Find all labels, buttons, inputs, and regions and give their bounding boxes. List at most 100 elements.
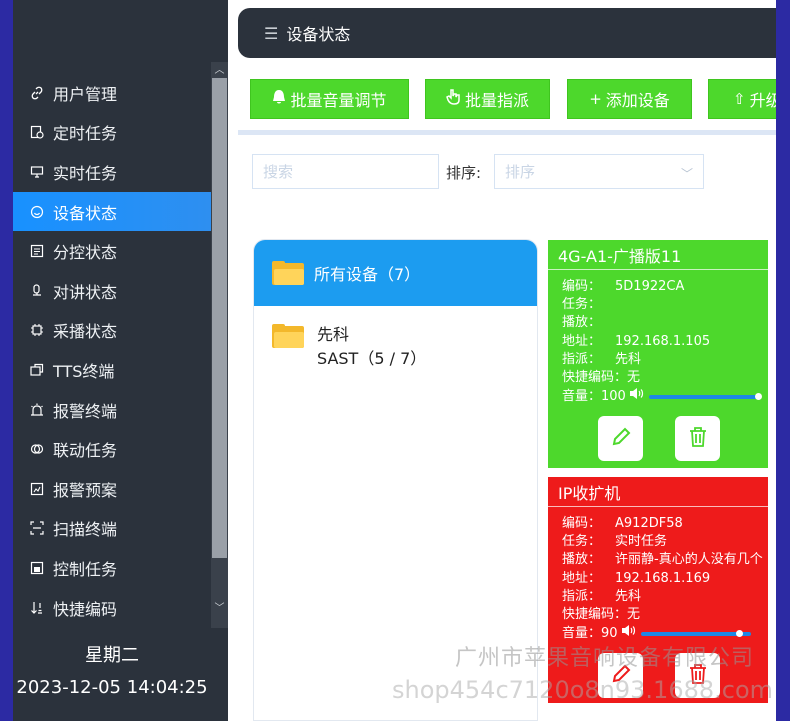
sidebar-item-6[interactable]: 采播状态 [13,311,211,351]
device-field-key: 任务： [562,297,602,313]
sidebar-item-3[interactable]: 设备状态 [13,191,211,232]
device-field-row: 播放： 许丽静-真心的人没有几个 [562,551,768,569]
microphone-icon [29,283,45,299]
speaker-icon [629,387,645,406]
right-frame-border [776,0,790,721]
sidebar-item-label: 采播状态 [53,322,118,342]
page-title: 设备状态 [286,25,351,44]
alarm-icon [29,402,45,418]
device-field-value: 无 [627,607,641,623]
sidebar-item-10[interactable]: 报警预案 [13,469,211,509]
sidebar-item-7[interactable]: TTS终端 [13,350,211,390]
tree-node-xianke[interactable]: 先科 SAST（5 / 7） [272,324,426,371]
device-field-value: A912DF58 [615,516,683,531]
chart-doc-icon [29,481,45,497]
sidebar-item-8[interactable]: 报警终端 [13,390,211,430]
device-field-row: 任务： [562,296,768,314]
volume-slider[interactable] [640,629,751,637]
device-name: 4G-A1-广播版11 [548,240,768,270]
batch-assign-button[interactable]: 批量指派 [425,79,550,119]
sort-placeholder: 排序 [505,163,536,181]
delete-device-button[interactable] [675,416,720,462]
sidebar-menu: 用户管理定时任务实时任务设备状态分控状态对讲状态采播状态 TTS终端报警终端联动任… [13,73,211,627]
batch-volume-button[interactable]: 批量音量调节 [250,79,409,119]
sidebar-item-label: 联动任务 [53,441,118,461]
upgrade-label: 升级 [749,91,776,110]
sidebar-logo-area [13,0,228,62]
sidebar-item-11[interactable]: 扫描终端 [13,509,211,549]
device-field-value: 许丽静-真心的人没有几个 [615,552,763,568]
device-card: 4G-A1-广播版11 编码： 5D1922CA 任务： 播放： 地址： 192.168.1… [548,240,768,468]
sidebar: 用户管理定时任务实时任务设备状态分控状态对讲状态采播状态 TTS终端报警终端联动任… [13,0,228,721]
sidebar-item-1[interactable]: 定时任务 [13,113,211,153]
sidebar-scrollbar[interactable]: ︿ ﹀ [211,62,228,628]
upload-icon: ⇧ [733,90,746,108]
device-field-row: 播放： [562,314,768,332]
hand-icon [446,89,461,109]
device-field-key: 地址： [562,333,602,349]
sidebar-item-label: 定时任务 [53,124,118,144]
sidebar-item-0[interactable]: 用户管理 [13,73,211,113]
sidebar-item-label: 快捷编码 [53,599,118,619]
device-field-row: 指派： 先科 [562,588,768,606]
sort-select[interactable]: 排序 ﹀ [494,154,704,189]
device-field-key: 播放： [562,552,602,568]
sidebar-item-label: 设备状态 [53,203,118,223]
device-field-key: 编码： [562,516,602,531]
device-field-value: 先科 [615,351,642,367]
volume-slider-knob[interactable] [754,392,762,400]
device-field-key: 指派： [562,351,602,367]
pencil-icon [610,426,632,452]
sidebar-item-4[interactable]: 分控状态 [13,231,211,271]
folder-icon [272,261,304,285]
tree-root-all-devices[interactable]: 所有设备（7） [254,240,537,306]
device-field-value: 无 [627,370,641,386]
device-field-row: 编码： A912DF58 [562,515,768,533]
main-content: ☰ 设备状态 批量音量调节 批量指派 + 添加设备 ⇧ 升级 排序: 排序 ﹀ [228,0,776,721]
link-circle-icon [29,441,45,457]
edit-device-button[interactable] [598,416,643,462]
scroll-thumb[interactable] [212,78,227,558]
sidebar-item-label: 报警终端 [53,401,118,421]
sidebar-item-9[interactable]: 联动任务 [13,429,211,469]
sidebar-item-2[interactable]: 实时任务 [13,152,211,192]
tree-root-label: 所有设备（7） [314,265,421,284]
device-field-row: 地址： 192.168.1.105 [562,333,768,351]
menu-fold-icon[interactable]: ☰ [264,24,278,43]
sidebar-item-12[interactable]: 控制任务 [13,548,211,588]
sidebar-item-5[interactable]: 对讲状态 [13,271,211,311]
weekday-label: 星期二 [85,645,139,666]
plus-icon: + [589,90,602,108]
scan-icon [29,520,45,536]
sidebar-item-label: 报警预案 [53,480,118,500]
upgrade-button[interactable]: ⇧ 升级 [708,79,776,119]
volume-value: 100 [601,388,626,404]
device-field-row: 快捷编码：无 [562,369,768,387]
sidebar-item-label: 分控状态 [53,243,118,263]
sidebar-item-13[interactable]: 快捷编码 [13,588,211,628]
volume-slider[interactable] [648,392,762,400]
tree-node-name: 先科 [317,325,350,344]
toolbar-divider [238,130,776,135]
batch-assign-label: 批量指派 [464,91,529,110]
add-device-button[interactable]: + 添加设备 [567,79,692,119]
volume-slider-knob[interactable] [735,629,743,637]
volume-row: 音量： 100 [562,387,768,406]
chevron-down-icon: ﹀ [680,167,693,181]
sidebar-item-label: 对讲状态 [53,282,118,302]
sidebar-item-label: 实时任务 [53,163,118,183]
device-field-row: 指派： 先科 [562,351,768,369]
device-field-key: 指派： [562,588,602,604]
list-doc-icon [29,243,45,259]
search-input[interactable] [252,154,439,189]
watermark-shop-url: shop454c7120o8n93.1688.com [392,676,774,704]
scroll-up-icon[interactable]: ︿ [211,64,228,78]
device-field-key: 快捷编码： [562,607,628,623]
action-toolbar: 批量音量调节 批量指派 + 添加设备 ⇧ 升级 [250,79,776,119]
scroll-down-icon[interactable]: ﹀ [211,602,228,616]
watermark-company: 广州市苹果音响设备有限公司 [455,646,755,671]
device-field-row: 地址： 192.168.1.169 [562,570,768,588]
sidebar-item-label: 扫描终端 [53,520,118,540]
left-frame-border [0,0,13,721]
clock-doc-icon [29,124,45,140]
